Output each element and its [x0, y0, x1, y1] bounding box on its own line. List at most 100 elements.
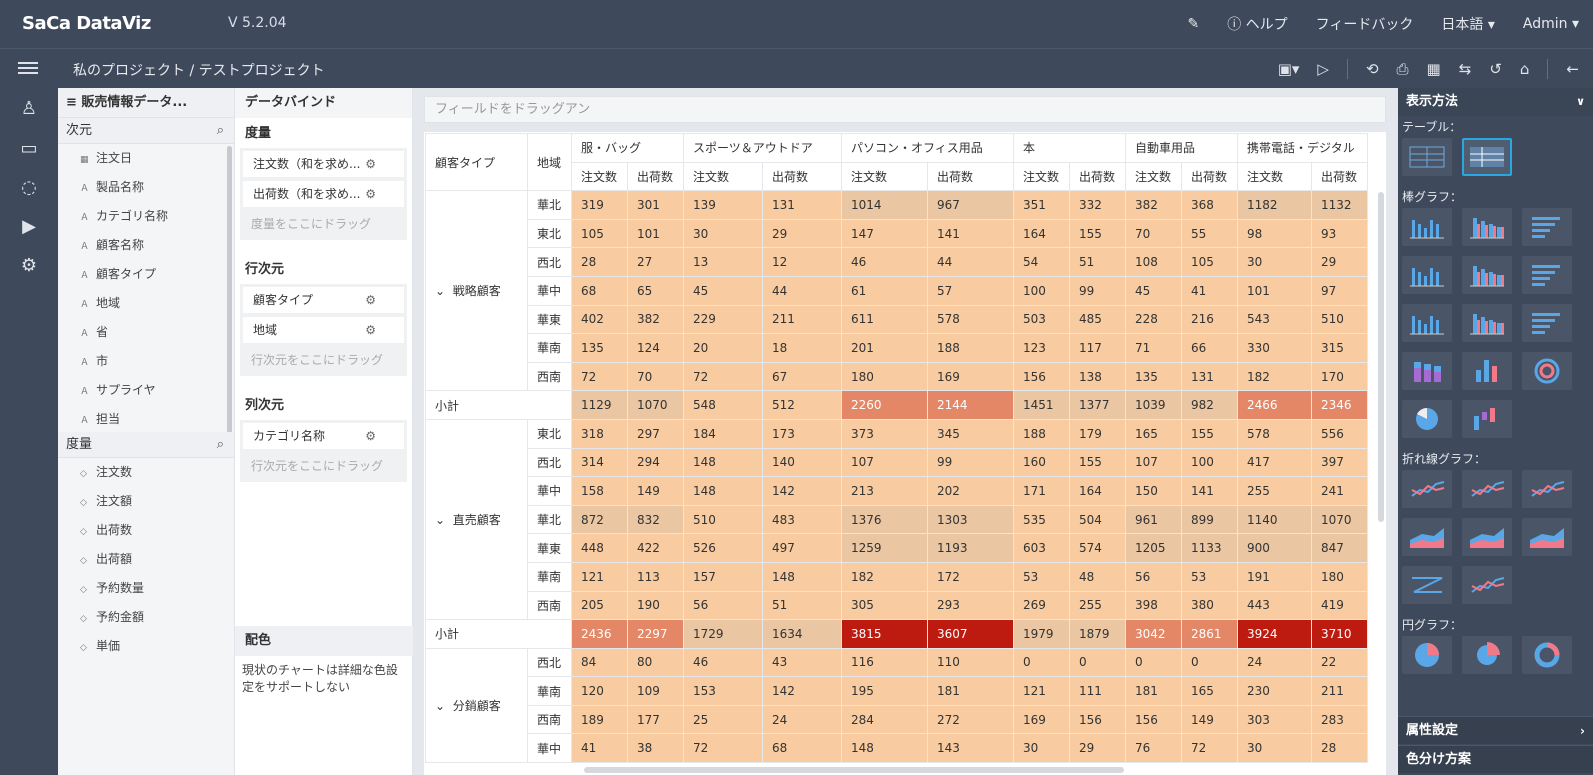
col-chip[interactable]: カテゴリ名称 ⚙: [243, 423, 404, 449]
measure-dropzone[interactable]: 注文数（和を求め... ⚙ 出荷数（和を求め... ⚙ 度量をここにドラッグ: [240, 148, 407, 240]
pie-chart-icon[interactable]: [1402, 636, 1452, 674]
feedback-link[interactable]: フィードバック: [1316, 14, 1414, 34]
gear-icon[interactable]: ⚙: [365, 151, 376, 177]
header-order-count[interactable]: 注文数: [571, 161, 628, 192]
header-region[interactable]: 地域: [527, 132, 572, 192]
display-title[interactable]: 表示方法 ∨: [1398, 88, 1593, 116]
menu-icon[interactable]: [18, 59, 38, 77]
donut-chart-icon[interactable]: [1522, 636, 1572, 674]
user-icon[interactable]: ♙: [18, 98, 40, 120]
excel-icon[interactable]: ▦: [1427, 60, 1441, 78]
attribute-settings[interactable]: 属性設定 ›: [1398, 716, 1593, 744]
color-scheme-settings[interactable]: 色分け方案: [1398, 745, 1593, 773]
header-category[interactable]: 自動車用品: [1125, 133, 1238, 163]
dataset-title[interactable]: ≡ 販売情報データ...: [58, 88, 234, 118]
header-order-count[interactable]: 注文数: [841, 161, 928, 192]
measure-field[interactable]: ◇ 注文額: [58, 487, 234, 516]
user-menu[interactable]: Admin ▾: [1523, 16, 1579, 32]
chevron-down-icon[interactable]: ⌄: [435, 513, 445, 527]
help-link[interactable]: ⓘ ヘルプ: [1227, 14, 1287, 34]
back-arrow-icon[interactable]: ←: [1566, 60, 1579, 78]
dimension-field[interactable]: ▦ 注文日: [58, 144, 234, 173]
dimension-field[interactable]: Ａ市: [58, 347, 234, 376]
save-icon[interactable]: ▣▾: [1278, 60, 1300, 78]
pivot-table-type-icon[interactable]: [1462, 138, 1512, 176]
header-ship-count[interactable]: 出荷数: [762, 161, 842, 192]
history-icon[interactable]: ⟲: [1366, 60, 1379, 78]
share-icon[interactable]: ⇆: [1459, 60, 1472, 78]
step-line-icon[interactable]: [1402, 566, 1452, 604]
measure-field[interactable]: ◇ 出荷額: [58, 545, 234, 574]
grouped-bar-icon[interactable]: [1462, 304, 1512, 342]
header-order-count[interactable]: 注文数: [1237, 161, 1312, 192]
header-category[interactable]: 服・バッグ: [571, 133, 684, 163]
bar-chart-icon[interactable]: [1402, 256, 1452, 294]
undo-icon[interactable]: ↺: [1489, 60, 1502, 78]
play-icon[interactable]: ▷: [1317, 60, 1329, 78]
horizontal-bar-icon[interactable]: [1522, 256, 1572, 294]
horizontal-bar-icon[interactable]: [1522, 304, 1572, 342]
row-dropzone[interactable]: 顧客タイプ ⚙ 地域 ⚙ 行次元をここにドラッグ: [240, 284, 407, 376]
bar-chart-icon[interactable]: [1402, 304, 1452, 342]
gear-icon[interactable]: ⚙: [365, 287, 376, 313]
measure-field[interactable]: ◇ 予約数量: [58, 574, 234, 603]
table-type-icon[interactable]: [1402, 138, 1452, 176]
field-dropbar[interactable]: フィールドをドラッグアン: [424, 96, 1386, 123]
tag-icon[interactable]: ⌂: [1520, 60, 1530, 78]
dimension-field[interactable]: Ａ サプライヤ: [58, 376, 234, 405]
row-chip[interactable]: 顧客タイプ ⚙: [243, 287, 404, 313]
header-category[interactable]: 本: [1013, 133, 1126, 163]
horizontal-bar-icon[interactable]: [1522, 208, 1572, 246]
area-chart-icon[interactable]: [1462, 518, 1512, 556]
group-cell[interactable]: ⌄ 直売顧客: [425, 418, 528, 621]
line-chart-icon[interactable]: [1462, 470, 1512, 508]
dimension-field[interactable]: Ａ省: [58, 318, 234, 347]
dimension-field[interactable]: Ａ 製品名称: [58, 173, 234, 202]
bar-chart-icon[interactable]: [1402, 208, 1452, 246]
header-order-count[interactable]: 注文数: [1125, 161, 1182, 192]
measure-field[interactable]: ◇ 出荷数: [58, 516, 234, 545]
chevron-down-icon[interactable]: ⌄: [435, 284, 445, 298]
header-ship-count[interactable]: 出荷数: [1311, 161, 1368, 192]
chevron-down-icon[interactable]: ⌄: [435, 699, 445, 713]
line-chart-icon[interactable]: [1402, 470, 1452, 508]
grouped-bar-icon[interactable]: [1462, 208, 1512, 246]
header-category[interactable]: 携帯電話・デジタル: [1237, 133, 1368, 163]
horizontal-scrollbar[interactable]: [584, 767, 1124, 773]
header-category[interactable]: スポーツ＆アウトドア: [683, 133, 842, 163]
monitor-icon[interactable]: ▭: [18, 138, 40, 160]
measure-field[interactable]: ◇ 注文数: [58, 458, 234, 487]
stacked-bar-icon[interactable]: [1402, 352, 1452, 390]
group-cell[interactable]: ⌄ 戦略顧客: [425, 190, 528, 392]
line-chart-icon[interactable]: [1462, 566, 1512, 604]
gear-icon[interactable]: ⚙: [18, 255, 40, 277]
header-ship-count[interactable]: 出荷数: [627, 161, 684, 192]
waterfall-icon[interactable]: [1462, 400, 1512, 438]
edit-icon[interactable]: ✎: [1187, 16, 1199, 32]
measure-field[interactable]: ◇ 単価: [58, 632, 234, 661]
polar-chart-icon[interactable]: [1402, 400, 1452, 438]
scrollbar[interactable]: [227, 146, 232, 436]
header-order-count[interactable]: 注文数: [1013, 161, 1070, 192]
header-order-count[interactable]: 注文数: [683, 161, 763, 192]
header-ship-count[interactable]: 出荷数: [927, 161, 1014, 192]
language-select[interactable]: 日本語 ▾: [1441, 14, 1494, 34]
column-chart-icon[interactable]: [1462, 352, 1512, 390]
measure-field[interactable]: ◇ 予約金額: [58, 603, 234, 632]
dimension-field[interactable]: Ａ 担当: [58, 405, 234, 432]
search-icon[interactable]: ⌕: [217, 432, 224, 458]
search-icon[interactable]: ⌕: [217, 118, 224, 144]
row-chip[interactable]: 地域 ⚙: [243, 317, 404, 343]
line-chart-icon[interactable]: [1522, 470, 1572, 508]
area-chart-icon[interactable]: [1522, 518, 1572, 556]
export-icon[interactable]: ⎙: [1397, 60, 1409, 78]
header-ship-count[interactable]: 出荷数: [1181, 161, 1238, 192]
dimension-field[interactable]: Ａ 顧客名称: [58, 231, 234, 260]
dimension-field[interactable]: Ａ 顧客タイプ: [58, 260, 234, 289]
app-logo[interactable]: SaCa DataViz: [22, 13, 151, 34]
refresh-icon[interactable]: ◌: [18, 177, 40, 199]
col-dropzone[interactable]: カテゴリ名称 ⚙ 行次元をここにドラッグ: [240, 420, 407, 482]
dimension-field[interactable]: Ａ カテゴリ名称: [58, 202, 234, 231]
header-ship-count[interactable]: 出荷数: [1069, 161, 1126, 192]
header-category[interactable]: パソコン・オフィス用品: [841, 133, 1014, 163]
